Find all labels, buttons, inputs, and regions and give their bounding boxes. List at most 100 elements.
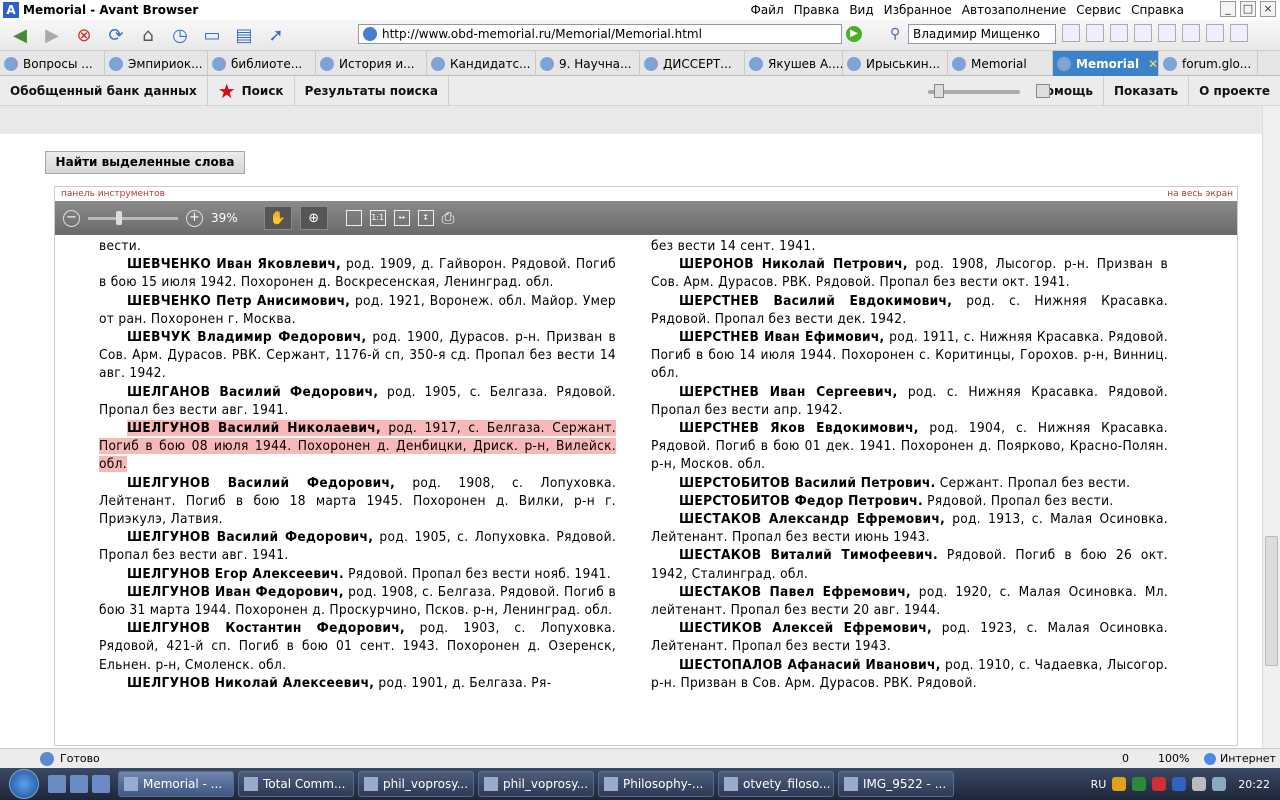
entry-name: ШЕРСТНЕВ Василий Евдокимович,: [679, 292, 953, 309]
slider-toggle[interactable]: [1036, 84, 1050, 98]
taskbar-item[interactable]: phil_voprosy...: [478, 771, 594, 797]
tab[interactable]: Якушев А....: [745, 51, 843, 76]
taskbar-item[interactable]: Philosophy-...: [598, 771, 714, 797]
taskbar-item[interactable]: phil_voprosy...: [358, 771, 474, 797]
tab-active[interactable]: Memorial ✕: [1053, 51, 1159, 76]
taskbar-item[interactable]: Total Comm...: [238, 771, 354, 797]
cursor-icon[interactable]: ➚: [262, 22, 290, 48]
menu-file[interactable]: Файл: [750, 3, 783, 17]
nav-results[interactable]: Результаты поиска: [295, 75, 450, 106]
actual-size-icon[interactable]: 1:1: [369, 210, 386, 226]
site-nav: Обобщенный банк данных ★ Поиск Результаты…: [0, 75, 1280, 106]
ie-icon[interactable]: [48, 775, 66, 793]
menu-help[interactable]: Справка: [1131, 3, 1184, 17]
language-indicator[interactable]: RU: [1091, 778, 1107, 791]
clock[interactable]: 20:22: [1238, 778, 1270, 791]
magnifier-tool-icon[interactable]: ⊕: [299, 206, 328, 230]
tray-app-icon[interactable]: [1132, 777, 1147, 791]
fullscreen-link[interactable]: на весь экран: [1167, 189, 1233, 201]
tray-app-icon[interactable]: [1152, 777, 1167, 791]
volume-icon[interactable]: [1192, 777, 1207, 791]
menu-view[interactable]: Вид: [849, 3, 873, 17]
tab[interactable]: 9. Научна...: [536, 51, 640, 76]
stop-icon[interactable]: ⊗: [70, 22, 98, 48]
explorer-icon[interactable]: [92, 775, 110, 793]
tab[interactable]: библиоте...: [208, 51, 316, 76]
menu-favorites[interactable]: Избранное: [884, 3, 952, 17]
search-input[interactable]: Владимир Мищенко: [908, 24, 1056, 44]
forward-icon[interactable]: ▶: [38, 22, 66, 48]
tab[interactable]: Memorial: [948, 51, 1053, 76]
entry-name: ШЕРСТНЕВ Иван Сергеевич,: [679, 383, 898, 400]
highlight-icon[interactable]: [1086, 24, 1104, 42]
globe-icon: [363, 27, 377, 41]
tray-app-icon[interactable]: [1172, 777, 1187, 791]
scrollbar-thumb[interactable]: [1265, 536, 1278, 666]
go-button[interactable]: ▶: [846, 26, 862, 42]
network-icon[interactable]: [1212, 777, 1227, 791]
back-icon[interactable]: ◀: [6, 22, 34, 48]
home-icon[interactable]: ⌂: [134, 22, 162, 48]
grid-icon[interactable]: [1206, 24, 1224, 42]
entry: ШЕРСТНЕВ Иван Ефимович, род. 1911, с. Ни…: [651, 328, 1168, 383]
toolbar-label[interactable]: панель инструментов: [61, 189, 165, 201]
slider-knob[interactable]: [934, 84, 944, 98]
print-icon[interactable]: ⎙: [442, 208, 455, 228]
zoom-level: 39%: [211, 211, 238, 225]
nav-bank[interactable]: Обобщенный банк данных: [0, 75, 208, 106]
entry: ШЕРСТОБИТОВ Федор Петрович. Рядовой. Про…: [651, 492, 1168, 510]
tab[interactable]: ДИССЕРТ...: [640, 51, 745, 76]
zoom-in-icon[interactable]: +: [186, 209, 203, 227]
desktop-icon[interactable]: [70, 775, 88, 793]
address-bar[interactable]: http://www.obd-memorial.ru/Memorial/Memo…: [358, 24, 842, 44]
menu-tools[interactable]: Сервис: [1076, 3, 1121, 17]
tab[interactable]: Ирыськин...: [843, 51, 948, 76]
new-window-icon[interactable]: ▭: [198, 22, 226, 48]
tab[interactable]: История и...: [316, 51, 427, 76]
tab-label: forum.glo...: [1182, 56, 1252, 71]
entry-text: ШЕЛГУНОВ Егор Алексеевич. Рядовой. Пропа…: [127, 566, 611, 582]
maximize-icon[interactable]: □: [1240, 1, 1256, 17]
menu-edit[interactable]: Правка: [794, 3, 840, 17]
tab[interactable]: forum.glo...: [1159, 51, 1258, 76]
fit-page-icon[interactable]: [345, 210, 362, 226]
nav-search[interactable]: ★ Поиск: [208, 75, 295, 106]
close-icon[interactable]: ×: [1260, 1, 1276, 17]
fit-width-icon[interactable]: ↔: [393, 210, 410, 226]
engine-icon[interactable]: [1062, 24, 1080, 42]
nav-show[interactable]: Показать: [1104, 76, 1190, 106]
tile-vertical-icon[interactable]: [1230, 24, 1248, 42]
font-size-slider[interactable]: [928, 84, 1020, 98]
zoom-slider-knob[interactable]: [116, 210, 122, 225]
tab[interactable]: Кандидатс...: [427, 51, 536, 76]
tray-app-icon[interactable]: [1112, 777, 1127, 791]
status-zoom[interactable]: 100%: [1158, 752, 1189, 765]
page-scrollbar[interactable]: [1262, 106, 1280, 748]
tab[interactable]: Вопросы ...: [0, 51, 105, 76]
page-icon[interactable]: [1158, 24, 1176, 42]
menu-autofill[interactable]: Автозаполнение: [962, 3, 1066, 17]
clean-icon[interactable]: [1134, 24, 1152, 42]
nav-about[interactable]: О проекте: [1189, 76, 1280, 106]
zoom-slider[interactable]: [88, 210, 178, 225]
zoom-out-icon[interactable]: −: [63, 209, 80, 227]
taskbar-item[interactable]: IMG_9522 - ...: [838, 771, 954, 797]
find-selected-button[interactable]: Найти выделенные слова: [45, 151, 245, 174]
taskbar-item[interactable]: Memorial - ...: [118, 771, 234, 797]
history-icon[interactable]: ◷: [166, 22, 194, 48]
minimize-icon[interactable]: _: [1220, 1, 1236, 17]
fit-height-icon[interactable]: ↕: [417, 210, 434, 226]
find-icon[interactable]: [1110, 24, 1128, 42]
taskbar-item[interactable]: otvety_filoso...: [718, 771, 834, 797]
favicon-icon: [109, 56, 123, 71]
tab[interactable]: Эмпириок...: [105, 51, 208, 76]
window-list-icon[interactable]: ▤: [230, 22, 258, 48]
favicon-icon: [4, 56, 18, 71]
start-button[interactable]: [0, 768, 48, 800]
hand-tool-icon[interactable]: ✋: [263, 206, 292, 230]
close-tab-icon[interactable]: ✕: [1148, 57, 1158, 71]
favicon-icon: [644, 56, 658, 71]
tile-icon[interactable]: [1182, 24, 1200, 42]
tab-label: Эмпириок...: [128, 56, 203, 71]
refresh-icon[interactable]: ⟳: [102, 22, 130, 48]
